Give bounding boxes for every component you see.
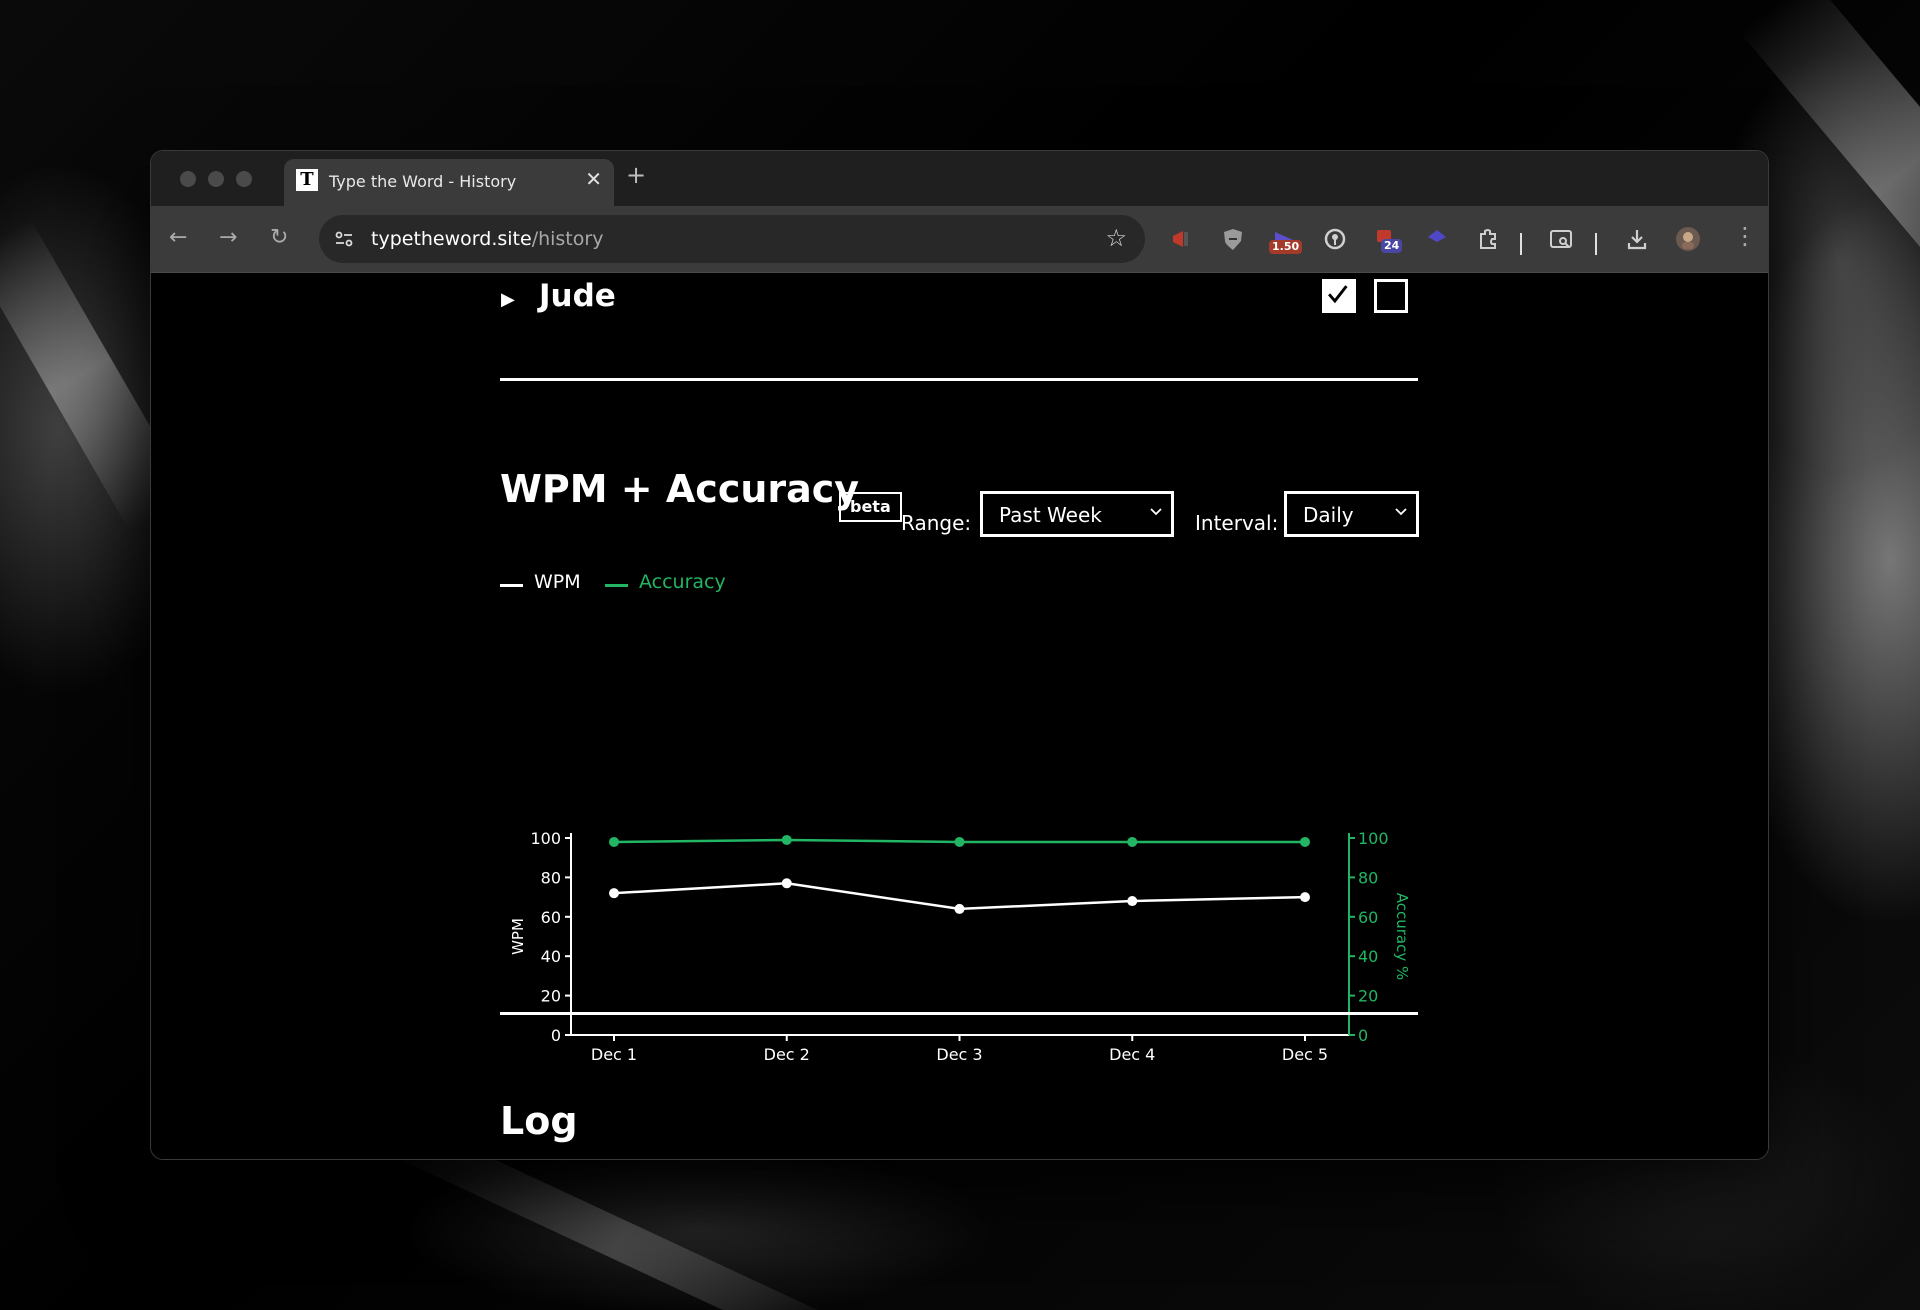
toolbar-separator: [1520, 233, 1522, 255]
close-window-button[interactable]: [180, 171, 196, 187]
y-tick-label-right: 80: [1358, 868, 1378, 887]
megaphone-extension-icon[interactable]: [1169, 226, 1195, 252]
y-tick-label-left: 80: [541, 868, 561, 887]
browser-window: T Type the Word - History ✕ + ← → ↻ type…: [151, 151, 1768, 1159]
data-point-wpm: [781, 878, 792, 889]
forward-icon[interactable]: →: [219, 226, 237, 250]
tab-history[interactable]: T Type the Word - History ✕: [284, 159, 614, 206]
x-tick-label: Dec 5: [1282, 1045, 1328, 1064]
tab-strip: T Type the Word - History ✕ +: [151, 151, 1768, 206]
y-tick-label-right: 100: [1358, 829, 1389, 848]
y-axis-title-right: Accuracy %: [1393, 893, 1411, 981]
data-point-accuracy: [781, 834, 792, 845]
data-point-accuracy: [1127, 836, 1138, 847]
data-point-wpm: [954, 903, 965, 914]
y-tick-label-left: 60: [541, 908, 561, 927]
calendar-extension-icon[interactable]: 24: [1373, 226, 1403, 253]
y-tick-label-right: 60: [1358, 908, 1378, 927]
log-section-title: Log: [500, 1099, 578, 1143]
y-tick-label-left: 40: [541, 947, 561, 966]
wpm-accuracy-chart: 0 20 40 60 80 100 0 20 40 60 80 100 Dec 1 Dec 2 Dec 3 D…: [509, 829, 1411, 1064]
y-axis-title-left: WPM: [509, 918, 527, 955]
toolbar-separator: [1595, 233, 1597, 255]
y-tick-label-left: 20: [541, 987, 561, 1006]
x-tick-label: Dec 2: [764, 1045, 810, 1064]
download-icon[interactable]: [1624, 226, 1650, 252]
x-tick-label: Dec 4: [1109, 1045, 1155, 1064]
diamond-extension-icon[interactable]: [1424, 226, 1450, 252]
site-favicon-icon: T: [296, 169, 318, 191]
y-tick-label-right: 20: [1358, 987, 1378, 1006]
data-point-wpm: [1300, 892, 1310, 903]
extensions-puzzle-icon[interactable]: [1475, 226, 1501, 252]
bookmark-star-icon[interactable]: ☆: [1105, 226, 1127, 250]
x-tick-label: Dec 1: [591, 1045, 637, 1064]
address-bar[interactable]: typetheword.site/history ☆: [319, 215, 1145, 263]
y-tick-label-left: 100: [530, 829, 561, 848]
tab-title: Type the Word - History: [329, 172, 517, 191]
reload-icon[interactable]: ↻: [270, 226, 288, 250]
browser-toolbar: ← → ↻ typetheword.site/history ☆ 1.50 24…: [151, 206, 1768, 273]
search-tabs-icon[interactable]: [1548, 226, 1574, 252]
data-point-wpm: [1127, 896, 1138, 907]
y-tick-label-right: 0: [1358, 1026, 1368, 1045]
url-text: typetheword.site/history: [371, 228, 604, 250]
password-extension-icon[interactable]: [1322, 226, 1348, 252]
back-icon[interactable]: ←: [169, 226, 187, 250]
section-divider: [500, 1012, 1418, 1015]
data-point-accuracy: [609, 836, 619, 847]
profile-avatar-icon[interactable]: [1675, 226, 1701, 252]
x-tick-label: Dec 3: [936, 1045, 982, 1064]
page-content: ▶ Jude WPM + Accuracy beta Range: Past W…: [151, 273, 1768, 1159]
shield-extension-icon[interactable]: [1220, 226, 1246, 252]
site-info-icon[interactable]: [333, 228, 355, 250]
data-point-accuracy: [954, 836, 965, 847]
speed-extension-icon[interactable]: 1.50: [1269, 226, 1303, 254]
data-point-wpm: [609, 888, 619, 899]
y-tick-label-right: 40: [1358, 947, 1378, 966]
new-tab-icon[interactable]: +: [626, 163, 646, 187]
maximize-window-button[interactable]: [236, 171, 252, 187]
data-point-accuracy: [1300, 836, 1310, 847]
y-tick-label-left: 0: [551, 1026, 561, 1045]
menu-kebab-icon[interactable]: ⋮: [1733, 224, 1757, 248]
close-tab-icon[interactable]: ✕: [585, 169, 602, 189]
minimize-window-button[interactable]: [208, 171, 224, 187]
